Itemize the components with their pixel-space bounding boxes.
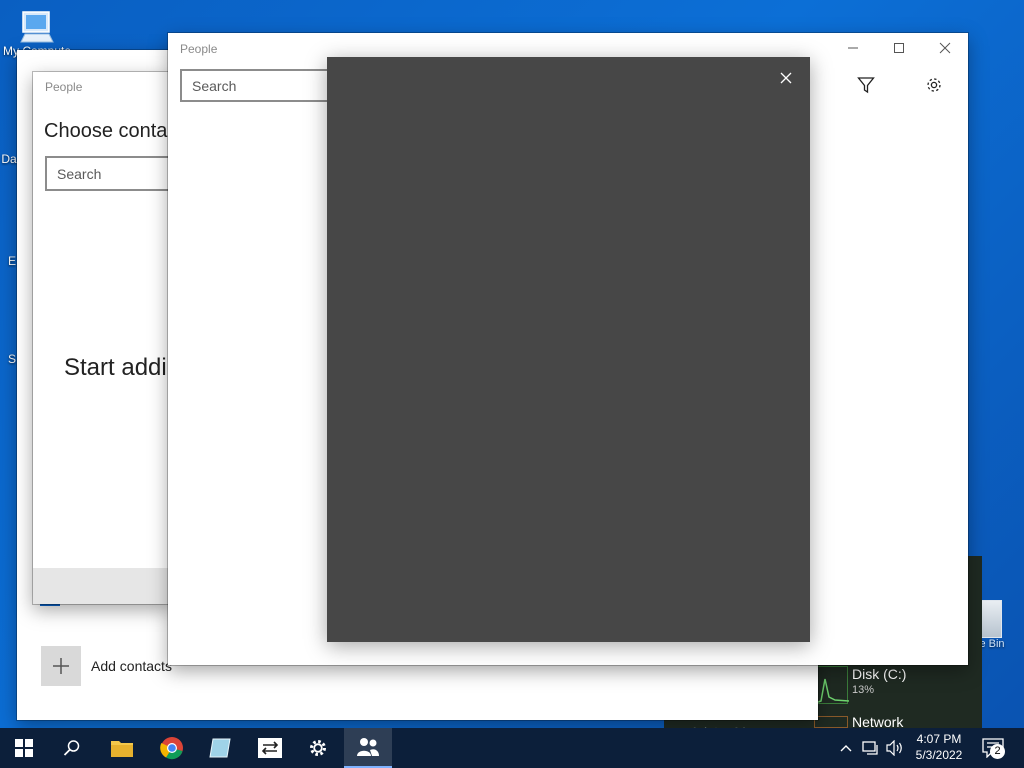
taskbar-people[interactable] (344, 728, 392, 768)
tray-overflow-button[interactable] (836, 738, 856, 758)
search-placeholder: Search (57, 165, 102, 182)
taskbar-settings[interactable] (294, 728, 342, 768)
notification-center-button[interactable]: 2 (978, 736, 1010, 760)
taskbar-app-switch[interactable] (246, 728, 294, 768)
search-placeholder: Search (192, 77, 237, 94)
gear-icon (927, 78, 941, 92)
disk-label: Disk (C:) (852, 666, 907, 682)
settings-button[interactable] (922, 73, 946, 97)
minimize-button[interactable] (830, 33, 876, 63)
search-icon (63, 740, 80, 756)
taskbar: 4:07 PM 5/3/2022 2 (0, 728, 1024, 768)
footer-bar (33, 568, 173, 604)
volume-icon (886, 740, 902, 756)
clock-date: 5/3/2022 (915, 748, 963, 762)
app-icon (209, 738, 231, 758)
maximize-button[interactable] (876, 33, 922, 63)
chrome-icon (160, 737, 183, 760)
maximize-icon (894, 43, 904, 53)
clock[interactable]: 4:07 PM 5/3/2022 (908, 731, 970, 763)
add-contacts-button[interactable]: Add contacts (41, 646, 172, 686)
people-icon (357, 738, 379, 756)
computer-icon (17, 8, 57, 43)
plus-icon (41, 646, 81, 686)
search-input[interactable]: Search (45, 156, 185, 191)
choose-contacts-heading: Choose contac (44, 120, 178, 142)
windows-logo-icon (15, 739, 33, 757)
start-button[interactable] (0, 728, 48, 768)
window-title: People (180, 42, 218, 56)
search-input[interactable]: Search (180, 69, 340, 102)
disk-graph (814, 666, 850, 704)
taskbar-chrome[interactable] (148, 728, 196, 768)
filter-icon (857, 77, 875, 94)
close-button[interactable] (922, 33, 968, 63)
clock-time: 4:07 PM (916, 732, 962, 746)
filter-button[interactable] (854, 73, 878, 97)
folder-icon (111, 741, 133, 757)
search-button[interactable] (48, 728, 96, 768)
desktop-icon-2[interactable]: Da (0, 152, 18, 166)
gear-icon (310, 740, 326, 756)
switch-icon (258, 738, 282, 758)
desktop-icon-label: Da (1, 152, 17, 166)
overlay-close-button[interactable] (773, 65, 799, 91)
network-icon (862, 741, 878, 755)
window-title: People (45, 80, 83, 94)
close-icon (939, 42, 951, 54)
volume-tray-button[interactable] (884, 738, 906, 758)
network-graph (814, 716, 848, 728)
minimize-icon (848, 47, 858, 49)
people-window-choose: People Choose contac Search Start addin (33, 72, 185, 604)
network-tray-button[interactable] (860, 738, 882, 758)
overlay-dialog (327, 57, 810, 642)
chevron-up-icon (840, 745, 852, 752)
disk-value: 13% (852, 684, 875, 696)
empty-state-text: Start addin (64, 354, 181, 381)
add-contacts-label: Add contacts (91, 658, 172, 674)
taskbar-app-blue[interactable] (196, 728, 244, 768)
close-icon (780, 72, 792, 84)
notification-count-badge: 2 (990, 744, 1005, 759)
taskbar-file-explorer[interactable] (98, 728, 146, 768)
